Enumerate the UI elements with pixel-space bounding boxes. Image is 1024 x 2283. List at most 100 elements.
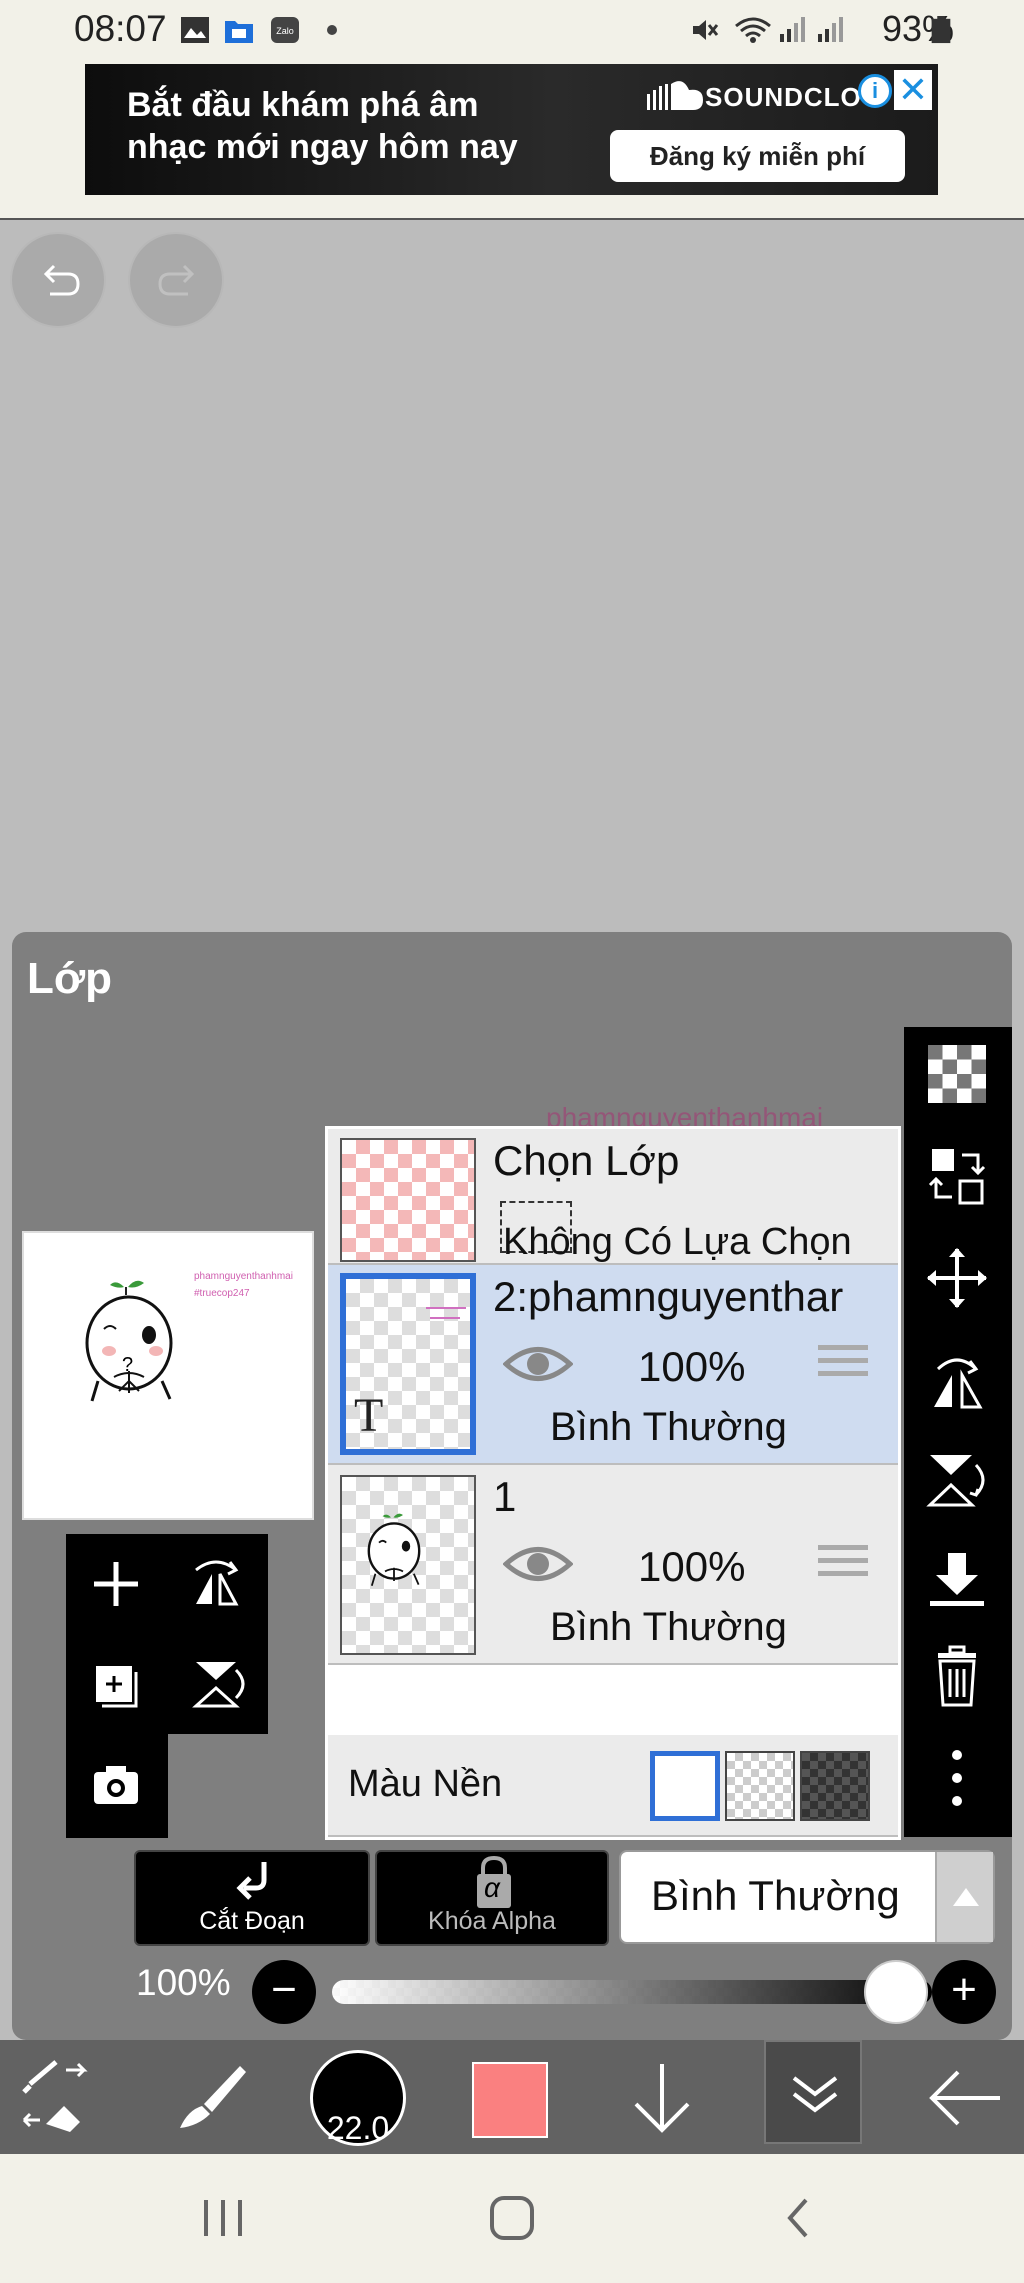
flip-vertical-icon[interactable] xyxy=(922,1445,992,1515)
ad-headline-line1: Bắt đầu khám phá âm xyxy=(127,86,479,124)
signal-icon xyxy=(780,17,805,42)
mute-icon xyxy=(693,20,719,40)
layer-opacity: 100% xyxy=(638,1343,746,1390)
android-nav-bar xyxy=(0,2154,1024,2283)
redo-button[interactable] xyxy=(128,232,224,328)
svg-text:Zalo: Zalo xyxy=(276,26,294,36)
blend-mode-select[interactable]: Bình Thường xyxy=(619,1850,995,1944)
merge-down-icon[interactable] xyxy=(922,1545,992,1615)
layer-name: 1 xyxy=(493,1473,517,1520)
soundcloud-logo-icon xyxy=(647,81,703,110)
bg-transparent-swatch[interactable] xyxy=(725,1751,795,1821)
back-icon[interactable] xyxy=(778,2194,818,2242)
flip-horizontal-icon[interactable] xyxy=(922,1345,992,1415)
bottom-toolbar: 22.0 xyxy=(0,2040,1024,2154)
ad-banner[interactable]: Bắt đầu khám phá âm nhạc mới ngay hôm na… xyxy=(85,64,938,195)
layer-opacity: 100% xyxy=(638,1543,746,1590)
clipping-arrow-icon xyxy=(236,1862,267,1900)
alpha-symbol: α xyxy=(484,1872,500,1903)
layer-name: 2:phamnguyenthar xyxy=(493,1273,844,1320)
alpha-lock-button[interactable]: α Khóa Alpha xyxy=(375,1850,609,1946)
layers-button[interactable] xyxy=(764,2040,862,2144)
opacity-slider[interactable] xyxy=(332,1980,932,2004)
more-options-icon[interactable] xyxy=(922,1743,992,1813)
canvas-preview: ? phamnguyenthanhmai #truecop247 xyxy=(22,1231,314,1520)
ad-signup-button[interactable]: Đăng ký miễn phí xyxy=(610,130,905,182)
ad-close-icon[interactable]: ✕ xyxy=(894,70,932,110)
flip-vertical-icon[interactable] xyxy=(166,1634,266,1734)
back-arrow-icon[interactable] xyxy=(912,2040,1012,2154)
delete-icon[interactable] xyxy=(922,1641,992,1711)
layer-blend-mode: Bình Thường xyxy=(550,1605,787,1649)
drag-handle-icon[interactable] xyxy=(818,1345,868,1383)
signal-icon xyxy=(818,17,843,42)
selection-status: Không Có Lựa Chọn xyxy=(503,1221,852,1263)
text-layer-icon: T xyxy=(354,1389,384,1442)
opacity-value-label: 100% xyxy=(136,1962,231,2003)
brush-icon[interactable] xyxy=(160,2040,260,2154)
layer-row[interactable]: 1 100% Bình Thường xyxy=(328,1465,898,1665)
status-time: 08:07 xyxy=(74,8,167,49)
opacity-increase-button[interactable]: + xyxy=(932,1960,996,2024)
transparency-checker-icon[interactable] xyxy=(922,1039,992,1109)
preview-text-line1: phamnguyenthanhmai xyxy=(194,1271,293,1282)
recent-apps-icon[interactable] xyxy=(196,2194,250,2242)
triangle-up-icon xyxy=(953,1888,979,1906)
clipping-button[interactable]: Cắt Đoạn xyxy=(134,1850,370,1946)
zalo-icon: Zalo xyxy=(271,17,299,43)
select-layer-row[interactable]: Chọn Lớp Không Có Lựa Chọn xyxy=(328,1129,898,1265)
double-chevron-down-icon xyxy=(792,2076,838,2113)
files-icon xyxy=(225,21,253,43)
duplicate-layer-icon[interactable] xyxy=(66,1634,166,1734)
select-layer-title: Chọn Lớp xyxy=(493,1137,680,1184)
visibility-eye-icon[interactable] xyxy=(503,1341,573,1387)
layer-thumbnail: T xyxy=(340,1273,476,1455)
color-picker-button[interactable] xyxy=(472,2062,548,2138)
ad-headline-line2: nhạc mới ngay hôm nay xyxy=(127,128,518,166)
gallery-icon xyxy=(181,17,209,43)
background-color-row: Màu Nền xyxy=(328,1735,898,1837)
move-icon[interactable] xyxy=(922,1243,992,1313)
tool-switch-icon[interactable] xyxy=(10,2040,110,2154)
selection-thumbnail xyxy=(340,1138,476,1262)
ad-brand: SOUNDCLO xyxy=(705,82,862,112)
layer-thumbnail xyxy=(340,1475,476,1655)
layer-blend-mode: Bình Thường xyxy=(550,1405,787,1449)
background-color-label: Màu Nền xyxy=(348,1763,503,1805)
blend-mode-value: Bình Thường xyxy=(651,1872,900,1919)
wifi-icon xyxy=(735,17,771,43)
opacity-slider-knob[interactable] xyxy=(864,1960,928,2024)
ad-banner-area: Bắt đầu khám phá âm nhạc mới ngay hôm na… xyxy=(0,62,1024,220)
layer-row[interactable]: T 2:phamnguyenthar 100% Bình Thường xyxy=(328,1265,898,1465)
drag-handle-icon[interactable] xyxy=(818,1545,868,1583)
add-layer-icon[interactable] xyxy=(66,1534,166,1634)
ad-info-icon[interactable]: i xyxy=(858,74,892,108)
undo-button[interactable] xyxy=(10,232,106,328)
home-icon[interactable] xyxy=(486,2192,538,2244)
camera-icon[interactable] xyxy=(66,1734,166,1834)
dot-icon xyxy=(327,25,337,35)
blend-mode-dropdown-arrow[interactable] xyxy=(935,1852,993,1942)
alpha-lock-label: Khóa Alpha xyxy=(428,1907,556,1935)
swap-layer-icon[interactable] xyxy=(922,1141,992,1211)
sprout-thumbnail-drawing xyxy=(367,1513,421,1587)
battery-icon xyxy=(931,16,951,44)
bg-white-swatch[interactable] xyxy=(650,1751,720,1821)
opacity-decrease-button[interactable]: − xyxy=(252,1960,316,2024)
layer-list: Chọn Lớp Không Có Lựa Chọn T 2:phamnguye… xyxy=(325,1126,901,1840)
visibility-eye-icon[interactable] xyxy=(503,1541,573,1587)
panel-title: Lớp xyxy=(27,954,113,1003)
arrow-down-icon[interactable] xyxy=(612,2040,712,2154)
brush-size-button[interactable]: 22.0 xyxy=(310,2050,406,2146)
status-bar: 08:07 Zalo 93% xyxy=(0,0,1024,62)
redo-icon xyxy=(158,264,195,296)
preview-text-line2: #truecop247 xyxy=(194,1288,250,1299)
undo-icon xyxy=(43,264,80,296)
layer-panel: Lớp phamnguyenthanhmai ? phamnguyenthanh… xyxy=(12,932,1012,2040)
layer-tools-bar xyxy=(904,1027,1012,1837)
layer-actions-grid xyxy=(66,1534,268,1734)
clipping-label: Cắt Đoạn xyxy=(199,1907,305,1935)
layer-actions-extra xyxy=(66,1734,168,1838)
bg-dark-swatch[interactable] xyxy=(800,1751,870,1821)
flip-horizontal-icon[interactable] xyxy=(166,1534,266,1634)
